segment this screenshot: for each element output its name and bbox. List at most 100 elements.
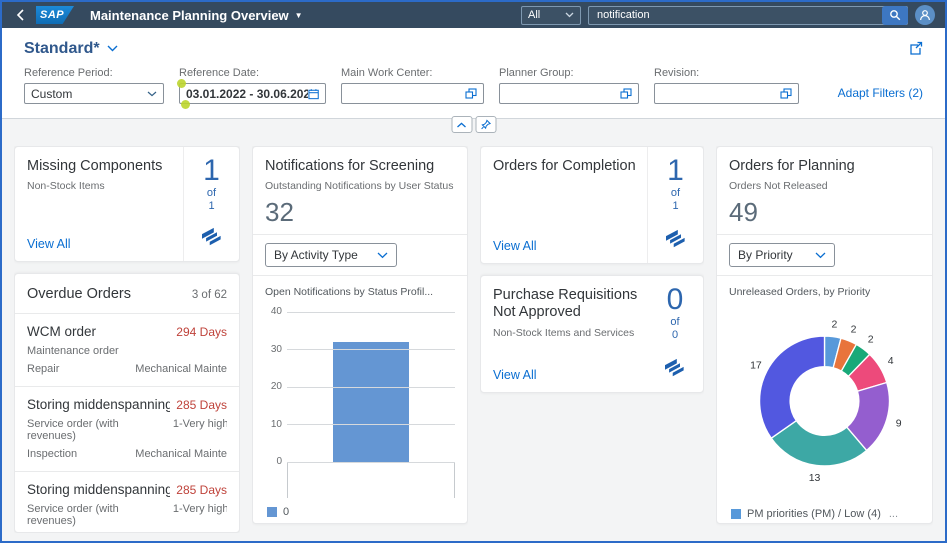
kpi-total: 1	[208, 200, 215, 213]
kpi-of-label: of	[670, 315, 680, 328]
variant-selector[interactable]: Standard*	[24, 40, 118, 58]
chart-title: Open Notifications by Status Profil...	[265, 286, 434, 299]
list-item[interactable]: Storing middenspannings... 285 Days Serv…	[15, 471, 239, 532]
bar-chart-plot	[287, 311, 455, 463]
y-tick-label: 20	[270, 381, 282, 393]
filter-reference-period: Reference Period: Custom	[24, 67, 164, 104]
card-purchase-requisitions[interactable]: Purchase Requisitions Not Approved Non-S…	[480, 275, 704, 393]
main-work-center-input[interactable]	[341, 83, 484, 104]
pin-filter-button[interactable]	[475, 116, 496, 133]
y-tick-label: 40	[270, 306, 282, 318]
card-missing-components[interactable]: Missing Components Non-Stock Items View …	[14, 146, 240, 262]
card-title: Overdue Orders	[27, 286, 131, 302]
donut-label: 4	[888, 356, 894, 368]
reference-date-input[interactable]: 03.01.2022 - 30.06.2022	[177, 79, 326, 109]
order-name: Storing middenspannings...	[27, 397, 170, 413]
donut-chart: 2 22491317	[750, 319, 902, 484]
card-orders-for-completion[interactable]: Orders for Completion View All 1 of 1	[480, 146, 704, 264]
chevron-down-icon	[107, 45, 118, 52]
filter-planner-group: Planner Group:	[499, 67, 639, 104]
chevron-up-icon	[457, 122, 466, 127]
bar[interactable]	[333, 342, 409, 463]
donut-label: 2	[851, 324, 857, 336]
list-item[interactable]: WCM order 294 Days Maintenance order Rep…	[15, 313, 239, 386]
y-tick-label: 0	[276, 456, 282, 468]
view-all-link[interactable]: View All	[27, 237, 71, 251]
global-search-field[interactable]: notification	[588, 5, 908, 25]
order-type: Maintenance order	[27, 345, 119, 358]
date-range-value: 03.01.2022 - 30.06.2022	[186, 86, 308, 101]
donut-label: 13	[809, 472, 821, 484]
shell-bar: SAP Maintenance Planning Overview ▼ All …	[2, 2, 945, 28]
gridline	[287, 386, 455, 388]
bar-chart-legend: 0	[267, 506, 455, 518]
search-button[interactable]	[882, 5, 908, 25]
bar-chart-yaxis: 0 10 20 30 40	[265, 306, 287, 467]
legend-label: 0	[283, 506, 290, 519]
stacked-layers-icon	[664, 357, 686, 382]
kpi-of-label: of	[206, 186, 217, 199]
dashboard: Missing Components Non-Stock Items View …	[2, 119, 945, 533]
kpi-value: 1	[203, 154, 220, 187]
card-overdue-orders[interactable]: Overdue Orders 3 of 62 WCM order 294 Day…	[14, 273, 240, 533]
gridline	[287, 461, 455, 463]
filter-label: Reference Period:	[24, 67, 113, 79]
filter-panel: Standard* Reference Period: Custom Refer…	[2, 28, 945, 119]
user-avatar-button[interactable]	[915, 5, 935, 25]
chevron-down-icon	[815, 252, 826, 259]
view-all-link[interactable]: View All	[493, 239, 537, 253]
list-item[interactable]: Storing middenspannings... 285 Days Serv…	[15, 386, 239, 471]
back-icon[interactable]	[12, 7, 28, 23]
activity-type-dropdown[interactable]: By Activity Type	[265, 243, 397, 268]
search-scope-value: All	[528, 9, 541, 21]
order-activity: Repair	[27, 363, 60, 376]
y-tick-label: 30	[270, 343, 282, 355]
view-all-link[interactable]: View All	[493, 368, 537, 382]
card-orders-for-planning[interactable]: Orders for Planning Orders Not Released …	[716, 146, 933, 524]
filter-revision: Revision:	[654, 67, 799, 104]
filter-bar-controls	[451, 116, 496, 133]
list-count: 3 of 62	[191, 289, 227, 301]
kpi-value: 32	[265, 197, 294, 228]
kpi-value: 49	[729, 197, 758, 228]
share-button[interactable]	[908, 41, 923, 56]
donut-segment[interactable]	[758, 335, 826, 440]
donut-chart-legend: PM priorities (PM) / Low (4) ...	[731, 508, 920, 520]
chevron-down-icon	[147, 91, 157, 96]
order-activity: Inspection	[27, 448, 78, 461]
search-scope-select[interactable]: All	[521, 5, 581, 25]
share-icon	[910, 41, 923, 55]
donut-chart-area: Unreleased Orders, by Priority 2 2 2 4 9 13 17…	[717, 276, 932, 523]
adapt-filters-link[interactable]: Adapt Filters (2)	[838, 86, 923, 100]
value-help-icon	[465, 88, 477, 99]
filter-reference-date: Reference Date: 03.01.2022 - 30.06.2022	[177, 67, 326, 109]
card-notifications-for-screening[interactable]: Notifications for Screening Outstanding …	[252, 146, 468, 524]
priority-dropdown[interactable]: By Priority	[729, 243, 835, 268]
filter-label: Reference Date:	[179, 67, 260, 79]
dropdown-value: By Activity Type	[274, 248, 358, 263]
reference-period-select[interactable]: Custom	[24, 83, 164, 104]
legend-swatch	[731, 509, 741, 520]
legend-swatch	[267, 507, 277, 518]
stacked-layers-icon	[665, 228, 687, 253]
order-priority: 1-Very high	[172, 503, 227, 516]
planner-group-input[interactable]	[499, 83, 639, 104]
value-help-icon	[780, 88, 792, 99]
filter-label: Planner Group:	[499, 67, 574, 79]
card-subtitle: Non-Stock Items	[27, 180, 105, 193]
sap-logo: SAP	[36, 6, 74, 24]
revision-input[interactable]	[654, 83, 799, 104]
card-subtitle: Orders Not Released	[729, 180, 828, 193]
order-name: WCM order	[27, 324, 97, 340]
overdue-days: 285 Days	[176, 483, 227, 498]
card-title: Notifications for Screening	[265, 158, 435, 174]
overdue-days: 294 Days	[176, 325, 227, 340]
bar-chart: Open Notifications by Status Profil... 0…	[253, 276, 467, 523]
order-work-center: Mechanical Mainte	[135, 448, 227, 461]
stacked-layers-icon	[201, 226, 223, 251]
card-title: Purchase Requisitions Not Approved	[493, 287, 638, 321]
app-title-menu[interactable]: Maintenance Planning Overview ▼	[90, 8, 303, 23]
overdue-days: 285 Days	[176, 398, 227, 413]
card-subtitle: Non-Stock Items and Services	[493, 326, 635, 339]
collapse-filter-button[interactable]	[451, 116, 472, 133]
